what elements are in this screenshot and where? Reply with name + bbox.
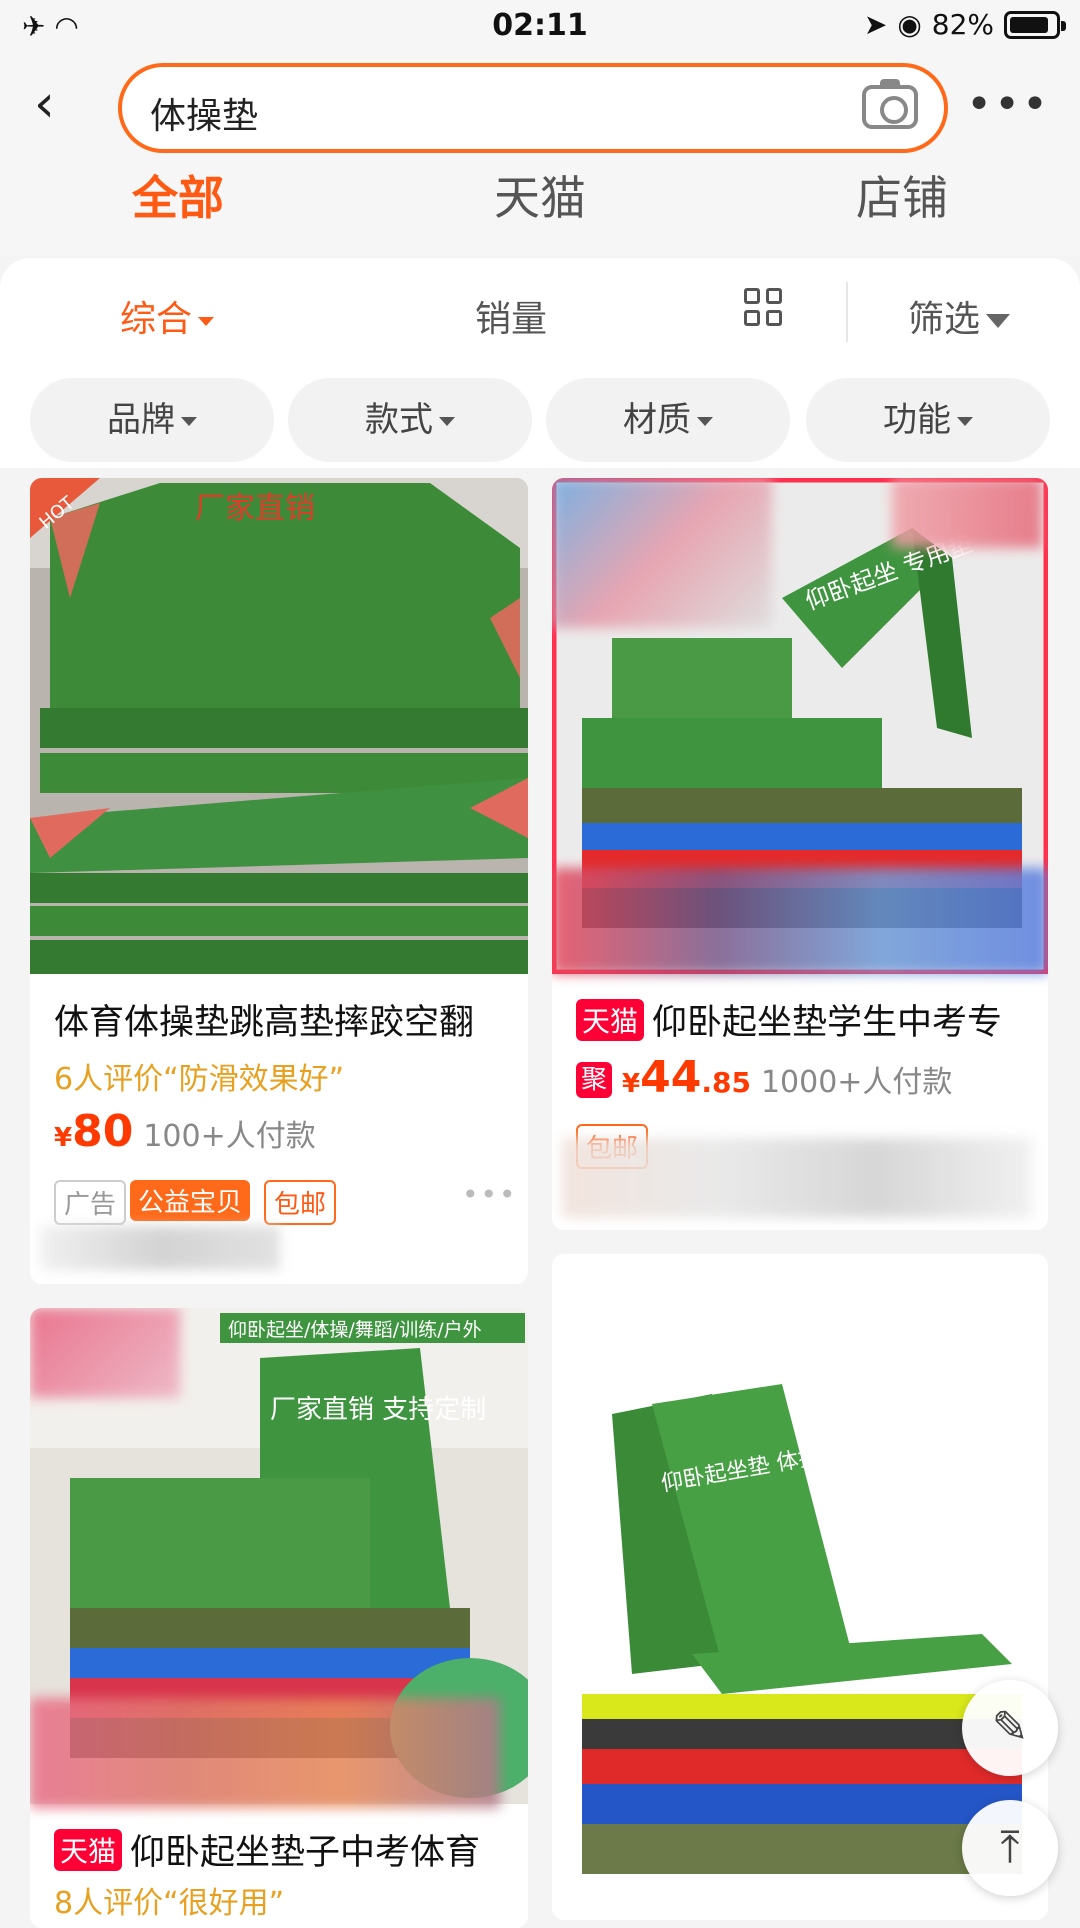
product-title-text: 仰卧起坐垫子中考体育 [130,1833,481,1873]
chip-style[interactable]: 款式 [288,378,532,462]
blurred-area [552,868,1048,974]
sort-comprehensive-label: 综合 [120,299,193,340]
search-header: ‹ 体操垫 ••• [0,55,1080,160]
lock-rotation-icon: ◉ [897,8,922,41]
search-input[interactable]: 体操垫 [150,87,258,139]
chip-function-label: 功能 [883,400,951,440]
location-icon: ➤ [863,8,888,41]
product-title: 体育体操垫跳高垫摔跤空翻 [54,1003,475,1043]
status-bar: ✈ ◠ 02:11 ➤ ◉ 82% [0,0,1080,55]
sort-bar: 综合 销量 筛选 [0,258,1080,368]
sort-comprehensive[interactable]: 综合 [120,290,215,342]
sort-sales[interactable]: 销量 [475,290,547,342]
status-right: ➤ ◉ 82% [863,8,1066,41]
tag-charity: 公益宝贝 [130,1180,251,1221]
blurred-area [40,1226,280,1270]
chip-material[interactable]: 材质 [546,378,790,462]
image-text: 厂家直销 支持定制 [270,1395,486,1425]
filter-icon [986,314,1011,328]
chip-style-label: 款式 [365,400,433,440]
tag-free-shipping: 包邮 [264,1180,337,1225]
image-overlay-text: 厂家直销 [195,491,315,526]
tab-shops[interactable]: 店铺 [856,162,948,228]
price-value: 44 [640,1052,702,1103]
price-decimal: .85 [701,1066,751,1099]
scope-tabs: 全部 天猫 店铺 [0,160,1080,255]
camera-icon[interactable] [862,79,918,129]
price-value: 80 [72,1106,134,1157]
product-review: 8人评价“很好用” [54,1886,285,1921]
back-icon[interactable]: ‹ [34,78,74,130]
product-feed: HOT 厂家直销 体育体操垫跳高垫摔跤空翻 6人评价“防滑效果好” ¥80 100… [0,468,1080,1928]
chip-brand-label: 品牌 [107,400,175,440]
product-price: ¥80 100+人付款 [54,1106,316,1157]
blurred-area [30,1698,500,1808]
caret-down-icon [198,316,215,326]
product-price: 聚 ¥44.85 1000+人付款 [576,1052,952,1103]
product-card[interactable]: HOT 厂家直销 体育体操垫跳高垫摔跤空翻 6人评价“防滑效果好” ¥80 100… [30,478,528,1284]
filter-label: 筛选 [908,299,981,340]
price-currency: ¥ [54,1123,73,1153]
paid-count: 100+人付款 [143,1119,316,1154]
blurred-area [562,1138,1032,1218]
blurred-area [892,478,1042,548]
product-review: 6人评价“防滑效果好” [54,1062,345,1097]
more-icon[interactable]: ••• [966,79,1050,130]
ju-badge: 聚 [576,1062,612,1098]
product-title: 天猫 仰卧起坐垫学生中考专 [576,994,1046,1045]
battery-icon [1004,10,1066,39]
grid-view-icon[interactable] [744,288,784,328]
caret-down-icon [697,417,713,426]
search-box[interactable]: 体操垫 [118,63,948,153]
caret-down-icon [181,417,197,426]
tmall-badge: 天猫 [54,1829,123,1871]
blurred-area [552,478,772,628]
tab-tmall[interactable]: 天猫 [494,162,586,228]
product-card[interactable]: 仰卧起坐/体操/舞蹈/训练/户外 厂家直销 支持定制 天猫 仰卧起坐垫子中考体育 … [30,1308,528,1928]
price-currency: ¥ [622,1069,641,1099]
product-title-text: 仰卧起坐垫学生中考专 [652,1003,1003,1043]
filter-button[interactable]: 筛选 [908,290,1011,342]
product-image: HOT 厂家直销 [30,478,528,974]
caret-down-icon [439,417,455,426]
feedback-icon[interactable]: ✎ [962,1680,1058,1776]
caret-down-icon [957,417,973,426]
product-title: 天猫 仰卧起坐垫子中考体育 [54,1824,524,1875]
back-to-top-icon[interactable]: ⤒ [962,1800,1058,1896]
product-card[interactable]: 仰卧起坐 专用垫 天猫仰卧起坐垫学生中考专 聚¥44.851000+人付款 包邮 [552,478,1048,1230]
chip-function[interactable]: 功能 [806,378,1050,462]
chip-material-label: 材质 [623,400,691,440]
blurred-area [30,1308,180,1398]
image-banner: 仰卧起坐/体操/舞蹈/训练/户外 [228,1319,482,1341]
paid-count: 1000+人付款 [760,1065,953,1100]
battery-percent: 82% [931,8,994,41]
divider [846,282,848,342]
tab-all[interactable]: 全部 [132,162,224,228]
tmall-badge: 天猫 [576,999,645,1041]
more-icon[interactable]: ••• [462,1178,518,1211]
filter-chips: 品牌 款式 材质 功能 [0,368,1080,468]
chip-brand[interactable]: 品牌 [30,378,274,462]
tag-ad: 广告 [54,1180,127,1225]
